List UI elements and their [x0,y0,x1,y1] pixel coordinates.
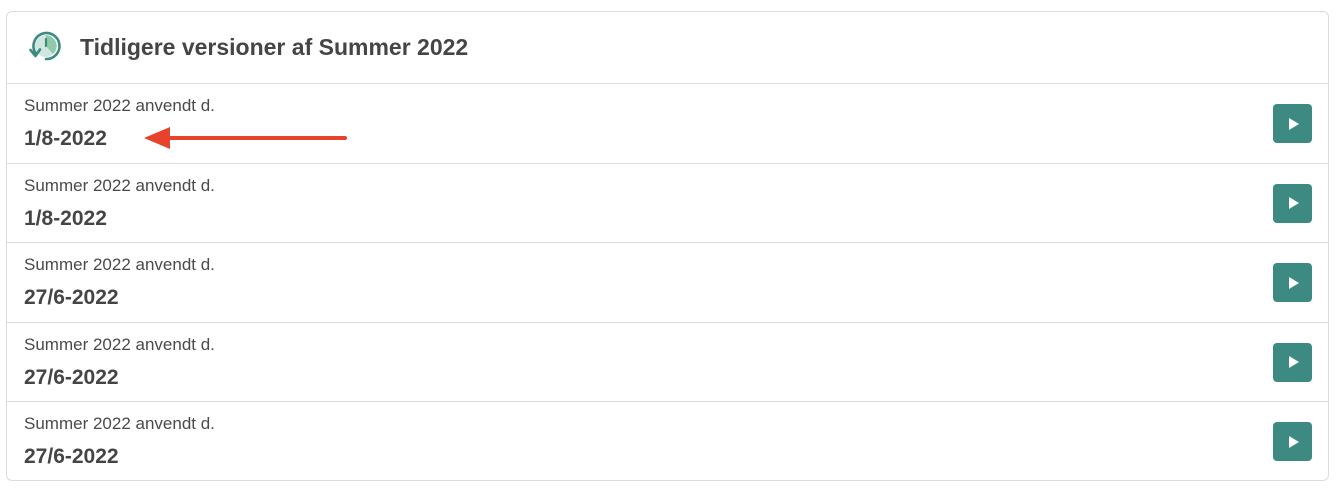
play-icon [1289,276,1299,289]
version-date: 27/6-2022 [24,445,119,468]
version-date: 27/6-2022 [24,286,119,309]
version-date: 1/8-2022 [24,127,107,150]
version-row: Summer 2022 anvendt d. 27/6-2022 [7,243,1328,323]
play-icon [1289,435,1299,448]
apply-version-button[interactable] [1273,263,1312,302]
version-row: Summer 2022 anvendt d. 1/8-2022 [7,84,1328,164]
version-row: Summer 2022 anvendt d. 1/8-2022 [7,164,1328,243]
apply-version-button[interactable] [1273,422,1312,461]
apply-version-button[interactable] [1273,104,1312,143]
version-label: Summer 2022 anvendt d. [24,255,215,274]
version-label: Summer 2022 anvendt d. [24,334,215,354]
version-row: Summer 2022 anvendt d. 27/6-2022 [7,402,1328,480]
version-label: Summer 2022 anvendt d. [24,414,215,433]
apply-version-button[interactable] [1273,183,1312,223]
version-date: 1/8-2022 [24,206,107,230]
panel-title: Tidligere versioner af Summer 2022 [80,34,469,60]
version-date: 27/6-2022 [24,365,119,389]
play-icon [1289,356,1299,368]
version-row: Summer 2022 anvendt d. 27/6-2022 [7,323,1328,402]
history-icon [22,26,66,70]
version-label: Summer 2022 anvendt d. [24,96,215,115]
play-icon [1289,117,1299,130]
version-label: Summer 2022 anvendt d. [24,175,215,195]
panel-header: Tidligere versioner af Summer 2022 [7,12,1328,84]
apply-version-button[interactable] [1273,342,1312,382]
version-list: Summer 2022 anvendt d. 1/8-2022 Summer 2… [7,84,1328,480]
play-icon [1289,197,1299,209]
version-history-panel: Tidligere versioner af Summer 2022 Summe… [6,11,1329,481]
